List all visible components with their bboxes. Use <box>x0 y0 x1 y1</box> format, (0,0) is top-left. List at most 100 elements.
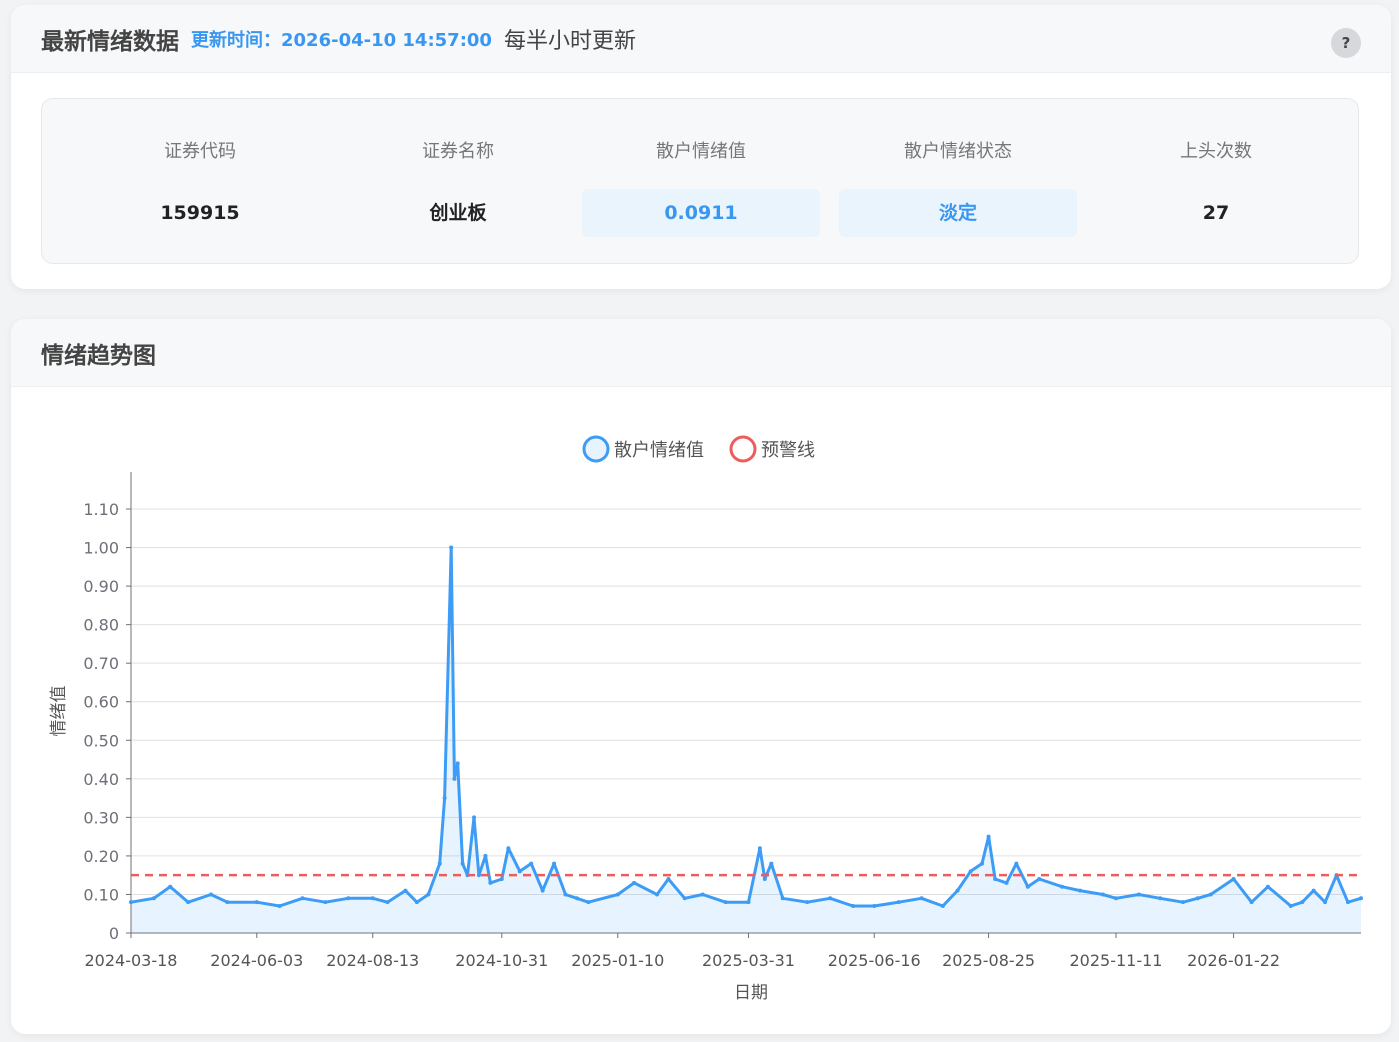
data-point[interactable] <box>1060 884 1065 889</box>
data-point[interactable] <box>757 846 762 851</box>
data-point[interactable] <box>1078 888 1083 893</box>
legend-warning-icon[interactable] <box>729 435 757 463</box>
data-point[interactable] <box>506 846 511 851</box>
stats-panel: 证券代码 159915 证券名称 创业板 散户情绪值 0.0911 散户情绪状态… <box>41 98 1359 264</box>
data-point[interactable] <box>1249 900 1254 905</box>
data-point[interactable] <box>225 900 230 905</box>
data-point[interactable] <box>762 877 767 882</box>
data-point[interactable] <box>129 900 133 905</box>
data-point[interactable] <box>1113 896 1118 901</box>
data-point[interactable] <box>1014 861 1019 866</box>
update-frequency: 每半小时更新 <box>503 28 636 54</box>
data-point[interactable] <box>1025 884 1030 889</box>
data-point[interactable] <box>209 892 214 897</box>
data-point[interactable] <box>1180 900 1185 905</box>
data-point[interactable] <box>517 869 522 874</box>
legend-sentiment-label[interactable]: 散户情绪值 <box>614 440 704 461</box>
data-point[interactable] <box>805 900 810 905</box>
data-point[interactable] <box>1288 904 1293 909</box>
data-point[interactable] <box>1136 892 1141 897</box>
data-point[interactable] <box>1208 892 1213 897</box>
data-point[interactable] <box>1323 900 1328 905</box>
data-point[interactable] <box>370 896 375 901</box>
data-point[interactable] <box>654 892 659 897</box>
data-point[interactable] <box>277 904 282 909</box>
help-icon[interactable]: ? <box>1331 28 1361 58</box>
data-point[interactable] <box>780 896 785 901</box>
stat-security-name: 证券名称 创业板 <box>339 99 577 263</box>
data-point[interactable] <box>700 892 705 897</box>
data-point[interactable] <box>254 900 259 905</box>
data-point[interactable] <box>552 861 557 866</box>
trend-title: 情绪趋势图 <box>41 342 156 369</box>
data-point[interactable] <box>472 815 477 820</box>
data-point[interactable] <box>1158 896 1163 901</box>
data-point[interactable] <box>632 880 637 885</box>
data-point[interactable] <box>151 896 156 901</box>
data-point[interactable] <box>1037 877 1042 882</box>
data-point[interactable] <box>323 900 328 905</box>
data-point[interactable] <box>1100 892 1105 897</box>
data-point[interactable] <box>460 861 465 866</box>
stat-label: 散户情绪值 <box>656 141 746 162</box>
data-point[interactable] <box>682 896 687 901</box>
data-point[interactable] <box>1311 888 1316 893</box>
data-point[interactable] <box>896 900 901 905</box>
data-point[interactable] <box>452 776 457 781</box>
data-point[interactable] <box>488 880 493 885</box>
data-point[interactable] <box>968 869 973 874</box>
y-tick-label: 0.40 <box>83 770 119 789</box>
data-point[interactable] <box>442 796 447 801</box>
data-point[interactable] <box>1359 896 1363 901</box>
data-point[interactable] <box>586 900 591 905</box>
data-point[interactable] <box>540 888 545 893</box>
data-point[interactable] <box>437 861 442 866</box>
data-point[interactable] <box>986 834 991 839</box>
stat-label: 证券名称 <box>422 141 494 162</box>
data-point[interactable] <box>872 904 877 909</box>
data-point[interactable] <box>828 896 833 901</box>
data-point[interactable] <box>346 896 351 901</box>
data-point[interactable] <box>769 861 774 866</box>
data-point[interactable] <box>529 861 534 866</box>
data-point[interactable] <box>850 904 855 909</box>
y-tick-label: 0.80 <box>83 616 119 635</box>
data-point[interactable] <box>746 900 751 905</box>
data-point[interactable] <box>403 888 408 893</box>
data-point[interactable] <box>1231 877 1236 882</box>
data-point[interactable] <box>955 888 960 893</box>
y-tick-label: 0.10 <box>83 885 119 904</box>
data-point[interactable] <box>449 545 454 550</box>
data-point[interactable] <box>499 877 504 882</box>
data-point[interactable] <box>1195 896 1200 901</box>
data-point[interactable] <box>168 884 173 889</box>
data-point[interactable] <box>414 900 419 905</box>
data-point[interactable] <box>666 877 671 882</box>
data-point[interactable] <box>1345 900 1350 905</box>
data-point[interactable] <box>1300 900 1305 905</box>
data-point[interactable] <box>993 877 998 882</box>
data-point[interactable] <box>563 892 568 897</box>
data-point[interactable] <box>723 900 728 905</box>
trend-header: 情绪趋势图 <box>11 319 1391 387</box>
data-point[interactable] <box>455 761 460 766</box>
latest-sentiment-header: 最新情绪数据 更新时间：2026-04-10 14:57:00 每半小时更新 ? <box>11 5 1391 73</box>
data-point[interactable] <box>186 900 191 905</box>
data-point[interactable] <box>919 896 924 901</box>
legend-warning-label[interactable]: 预警线 <box>761 440 815 461</box>
x-tick-label: 2024-06-03 <box>210 951 303 970</box>
data-point[interactable] <box>483 853 488 858</box>
data-point[interactable] <box>385 900 390 905</box>
data-point[interactable] <box>1004 880 1009 885</box>
data-point[interactable] <box>940 904 945 909</box>
data-point[interactable] <box>980 861 985 866</box>
data-point[interactable] <box>426 892 431 897</box>
legend-sentiment-icon[interactable] <box>582 435 610 463</box>
sentiment-line <box>130 546 1362 908</box>
data-point[interactable] <box>476 873 481 878</box>
data-point[interactable] <box>574 896 579 901</box>
data-point[interactable] <box>615 892 620 897</box>
y-tick-label: 0.50 <box>83 731 119 750</box>
data-point[interactable] <box>300 896 305 901</box>
data-point[interactable] <box>1265 884 1270 889</box>
